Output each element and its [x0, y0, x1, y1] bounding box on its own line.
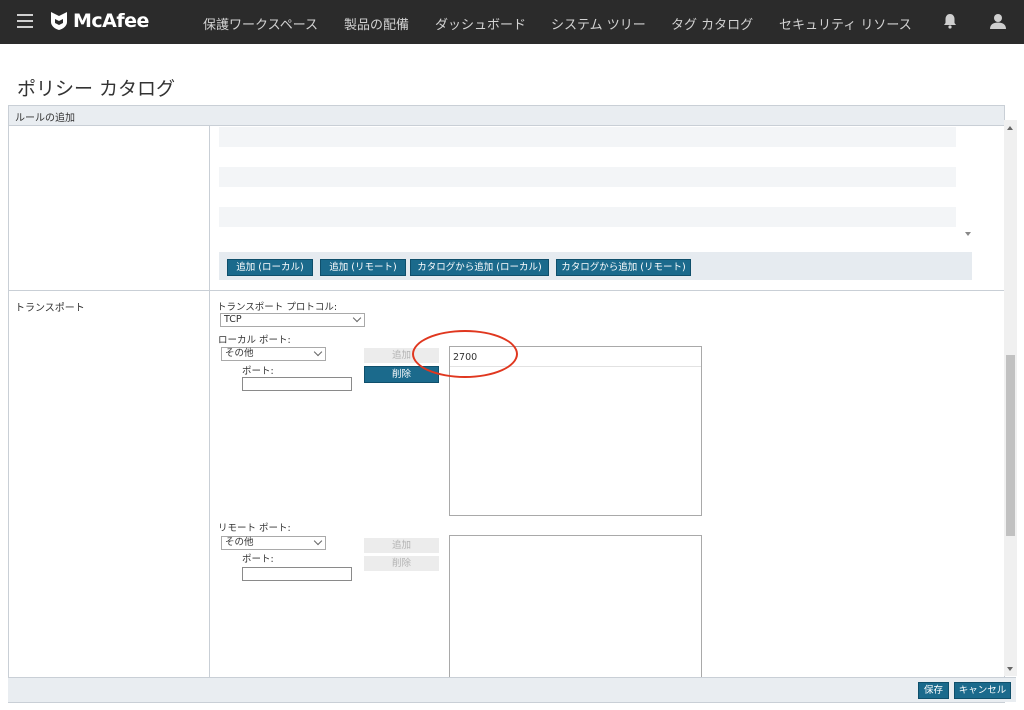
- transport-protocol-select[interactable]: TCP: [220, 313, 365, 327]
- section-header: ルールの追加: [9, 106, 1004, 126]
- add-remote-button[interactable]: 追加 (リモート): [320, 259, 406, 276]
- mcafee-shield-icon: [51, 12, 67, 30]
- add-from-catalog-local-button[interactable]: カタログから追加 (ローカル): [410, 259, 549, 276]
- scroll-down-arrow-icon[interactable]: [1007, 667, 1013, 671]
- brand-name: McAfee: [73, 10, 149, 32]
- nav-tag-catalog[interactable]: タグ カタログ: [671, 14, 753, 33]
- remote-port-type-value: その他: [225, 537, 254, 548]
- remote-port-field-label: ポート:: [242, 554, 274, 565]
- remote-port-type-select[interactable]: その他: [221, 536, 326, 550]
- label-column: [9, 126, 210, 678]
- nav-system-tree[interactable]: システム ツリー: [551, 14, 646, 33]
- add-from-catalog-remote-button[interactable]: カタログから追加 (リモート): [556, 259, 691, 276]
- chevron-down-icon: [313, 347, 323, 357]
- chevron-down-icon: [313, 536, 323, 546]
- highlight-annotation-circle: [412, 330, 518, 378]
- transport-label: トランスポート: [15, 303, 85, 314]
- rule-editor-panel: ルールの追加 追加 (ローカル) 追加 (リモート) カタログから追加 (ローカ…: [8, 105, 1005, 703]
- rules-list-scrollbar[interactable]: [962, 126, 972, 249]
- remote-add-button[interactable]: 追加: [364, 538, 439, 553]
- list-row[interactable]: [219, 167, 956, 187]
- rules-list[interactable]: [219, 126, 962, 249]
- hamburger-menu-icon[interactable]: [17, 14, 33, 28]
- transport-protocol-value: TCP: [224, 314, 242, 325]
- remote-ports-list[interactable]: [449, 535, 702, 687]
- remote-delete-button[interactable]: 削除: [364, 556, 439, 571]
- remote-port-label: リモート ポート:: [218, 523, 291, 534]
- cancel-button[interactable]: キャンセル: [954, 682, 1011, 699]
- local-port-input[interactable]: [242, 377, 352, 391]
- rules-button-bar: 追加 (ローカル) 追加 (リモート) カタログから追加 (ローカル) カタログ…: [219, 252, 972, 280]
- local-port-type-select[interactable]: その他: [221, 347, 326, 361]
- list-row[interactable]: [219, 127, 956, 147]
- nav-protection-workspace[interactable]: 保護ワークスペース: [203, 14, 318, 33]
- page-title: ポリシー カタログ: [17, 78, 176, 100]
- list-row[interactable]: [219, 207, 956, 227]
- footer-bar: 保存 キャンセル: [8, 677, 1016, 702]
- add-local-button[interactable]: 追加 (ローカル): [227, 259, 313, 276]
- scroll-up-arrow-icon[interactable]: [1007, 126, 1013, 130]
- local-port-field-label: ポート:: [242, 366, 274, 377]
- top-nav-bar: McAfee 保護ワークスペース 製品の配備 ダッシュボード システム ツリー …: [0, 0, 1024, 44]
- user-profile-icon[interactable]: [989, 12, 1007, 30]
- chevron-down-icon: [352, 313, 362, 323]
- remote-port-input[interactable]: [242, 567, 352, 581]
- local-port-label: ローカル ポート:: [218, 335, 291, 346]
- nav-dashboard[interactable]: ダッシュボード: [435, 14, 526, 33]
- row-divider: [9, 290, 1004, 291]
- notification-bell-icon[interactable]: [941, 12, 959, 30]
- save-button[interactable]: 保存: [918, 682, 949, 699]
- mcafee-logo[interactable]: McAfee: [50, 9, 149, 33]
- transport-protocol-label: トランスポート プロトコル:: [217, 302, 338, 313]
- scroll-down-arrow-icon[interactable]: [965, 232, 971, 236]
- local-port-type-value: その他: [225, 348, 254, 359]
- nav-product-deployment[interactable]: 製品の配備: [344, 14, 409, 33]
- main-scrollbar-thumb[interactable]: [1006, 355, 1015, 536]
- section-header-label: ルールの追加: [15, 113, 75, 124]
- nav-security-resources[interactable]: セキュリティ リソース: [779, 14, 912, 33]
